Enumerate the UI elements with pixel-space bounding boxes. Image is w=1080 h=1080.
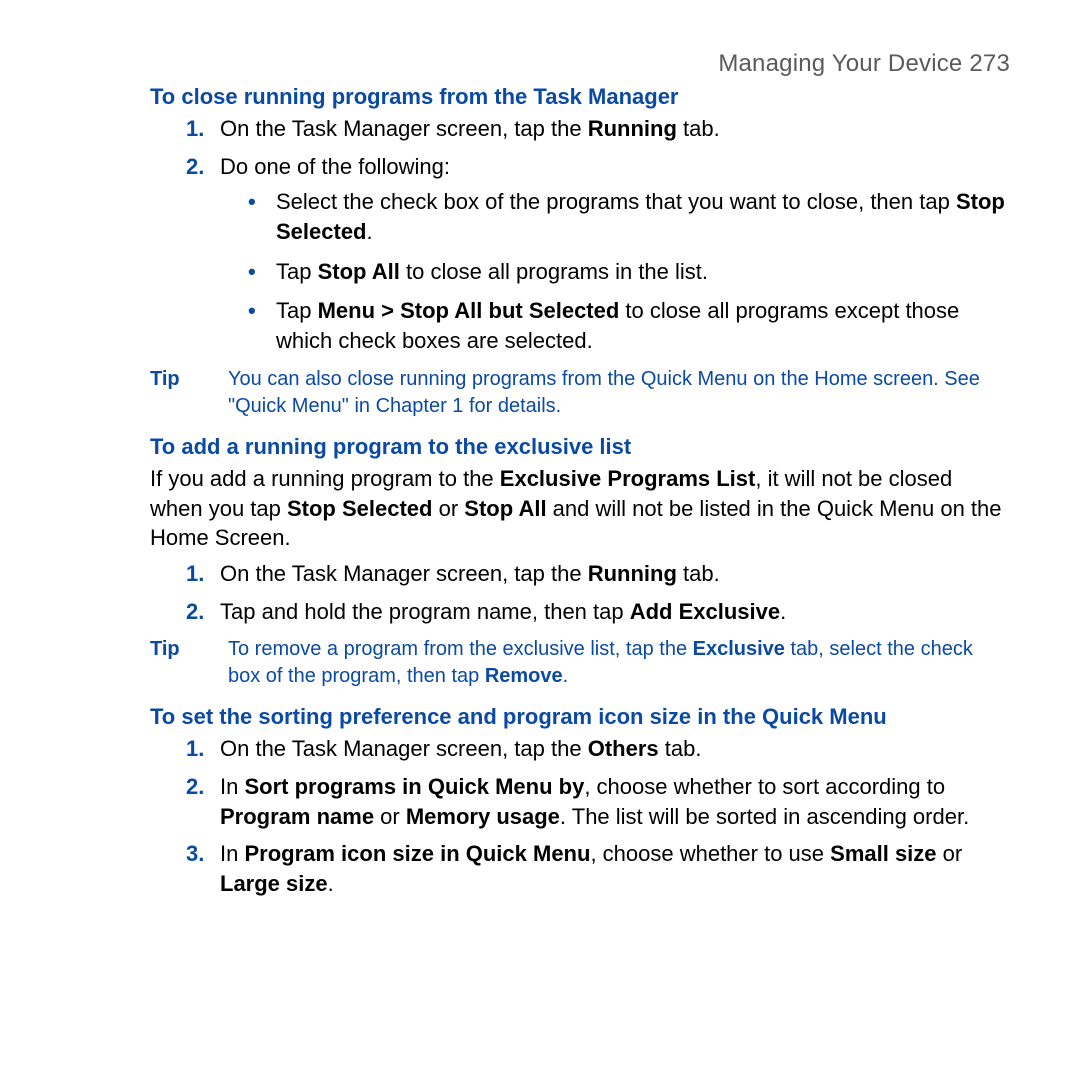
text: Select the check box of the programs tha… xyxy=(276,189,956,214)
text: or xyxy=(432,496,464,521)
tip-body: You can also close running programs from… xyxy=(228,366,1010,420)
add-exclusive-steps: On the Task Manager screen, tap the Runn… xyxy=(150,559,1010,626)
tip-label: Tip xyxy=(150,636,228,690)
text: . xyxy=(328,871,334,896)
text: tab. xyxy=(677,116,720,141)
bold-text: Memory usage xyxy=(406,804,560,829)
text: Tap and hold the program name, then tap xyxy=(220,599,630,624)
text: . The list will be sorted in ascending o… xyxy=(560,804,969,829)
page-running-header: Managing Your Device 273 xyxy=(150,50,1010,78)
tip-remove-exclusive: Tip To remove a program from the exclusi… xyxy=(150,636,1010,690)
list-item: Tap Stop All to close all programs in th… xyxy=(220,257,1010,287)
close-programs-options: Select the check box of the programs tha… xyxy=(220,187,1010,355)
bold-text: Program name xyxy=(220,804,374,829)
list-item: On the Task Manager screen, tap the Othe… xyxy=(150,734,1010,764)
bold-text: Sort programs in Quick Menu by xyxy=(244,774,584,799)
bold-text: Stop Selected xyxy=(287,496,432,521)
text: . xyxy=(780,599,786,624)
bold-text: Exclusive xyxy=(693,638,785,660)
text: or xyxy=(937,841,963,866)
text: On the Task Manager screen, tap the xyxy=(220,561,588,586)
list-item: Tap and hold the program name, then tap … xyxy=(150,597,1010,627)
bold-text: Running xyxy=(588,561,677,586)
bold-text: Exclusive Programs List xyxy=(500,466,756,491)
section-title-sorting-preference: To set the sorting preference and progra… xyxy=(150,704,1010,730)
text: , choose whether to sort according to xyxy=(584,774,945,799)
list-item: On the Task Manager screen, tap the Runn… xyxy=(150,114,1010,144)
text: Do one of the following: xyxy=(220,154,450,179)
document-page: Managing Your Device 273 To close runnin… xyxy=(0,0,1080,1080)
section-title-add-exclusive: To add a running program to the exclusiv… xyxy=(150,434,1010,460)
sorting-preference-steps: On the Task Manager screen, tap the Othe… xyxy=(150,734,1010,898)
close-programs-steps: On the Task Manager screen, tap the Runn… xyxy=(150,114,1010,356)
bold-text: Remove xyxy=(485,665,563,687)
bold-text: Menu > Stop All but Selected xyxy=(318,298,620,323)
section-title-close-programs: To close running programs from the Task … xyxy=(150,84,1010,110)
bold-text: Small size xyxy=(830,841,936,866)
text: tab. xyxy=(659,736,702,761)
bold-text: Others xyxy=(588,736,659,761)
text: to close all programs in the list. xyxy=(400,259,708,284)
tip-body: To remove a program from the exclusive l… xyxy=(228,636,1010,690)
list-item: In Sort programs in Quick Menu by, choos… xyxy=(150,772,1010,831)
list-item: In Program icon size in Quick Menu, choo… xyxy=(150,839,1010,898)
bold-text: Stop All xyxy=(318,259,400,284)
text: In xyxy=(220,841,244,866)
bold-text: Running xyxy=(588,116,677,141)
list-item: Select the check box of the programs tha… xyxy=(220,187,1010,246)
list-item: Tap Menu > Stop All but Selected to clos… xyxy=(220,296,1010,355)
bold-text: Program icon size in Quick Menu xyxy=(244,841,590,866)
text: Tap xyxy=(276,298,318,323)
text: or xyxy=(374,804,406,829)
bold-text: Large size xyxy=(220,871,328,896)
bold-text: Add Exclusive xyxy=(630,599,780,624)
list-item: Do one of the following: Select the chec… xyxy=(150,152,1010,356)
list-item: On the Task Manager screen, tap the Runn… xyxy=(150,559,1010,589)
text: tab. xyxy=(677,561,720,586)
text: Tap xyxy=(276,259,318,284)
text: On the Task Manager screen, tap the xyxy=(220,116,588,141)
text: If you add a running program to the xyxy=(150,466,500,491)
bold-text: Stop All xyxy=(464,496,546,521)
text: . xyxy=(367,219,373,244)
text: , choose whether to use xyxy=(590,841,830,866)
tip-close-programs: Tip You can also close running programs … xyxy=(150,366,1010,420)
text: . xyxy=(563,665,569,687)
text: On the Task Manager screen, tap the xyxy=(220,736,588,761)
exclusive-intro: If you add a running program to the Excl… xyxy=(150,464,1010,553)
tip-label: Tip xyxy=(150,366,228,420)
text: In xyxy=(220,774,244,799)
text: To remove a program from the exclusive l… xyxy=(228,638,693,660)
